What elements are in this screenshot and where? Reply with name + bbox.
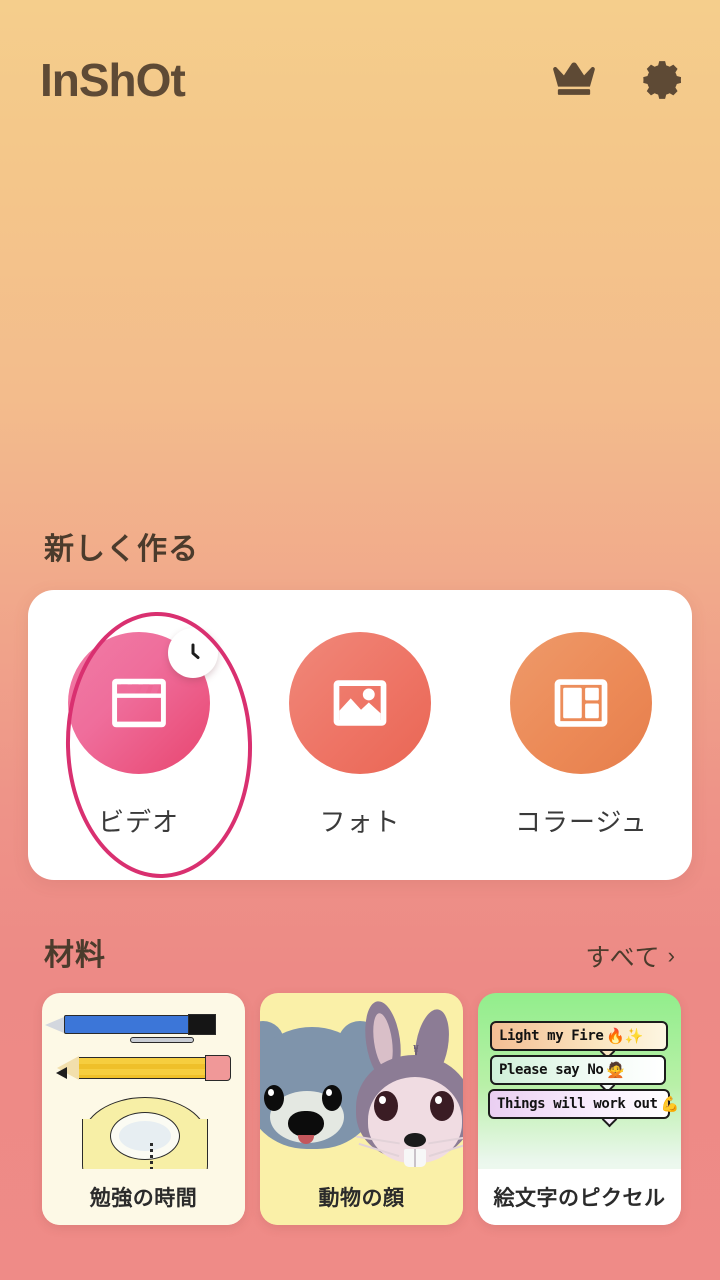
- material-card-label: 絵文字のピクセル: [478, 1169, 681, 1225]
- create-option-photo[interactable]: フォト: [249, 631, 470, 839]
- bear-nose: [288, 1111, 324, 1137]
- speech-bubble-3: Things will work out 💪: [488, 1089, 679, 1119]
- speech-bubble-1: Light my Fire 🔥✨: [490, 1021, 668, 1051]
- materials-section-header: 材料 すべて ›: [0, 930, 720, 974]
- pen-clip-illustration: [130, 1037, 194, 1043]
- speech-bubble-text: Light my Fire: [499, 1028, 604, 1044]
- bear-eye-right: [322, 1085, 342, 1111]
- emoji-pixel-artwork: Light my Fire 🔥✨ Please say No 🙅 Things …: [478, 993, 681, 1169]
- clapperboard-icon: [111, 678, 166, 727]
- see-all-label: すべて: [585, 944, 661, 972]
- rabbit-eye-left: [374, 1091, 398, 1121]
- top-bar-actions: [552, 58, 686, 102]
- materials-row: 勉強の時間 動物の顔 Light my Fire 🔥✨ Please say N…: [0, 993, 720, 1225]
- create-section-title: 新しく作る: [44, 533, 199, 566]
- tape-seam-illustration: [150, 1143, 153, 1169]
- pencil-illustration: [57, 1056, 206, 1081]
- material-card-animal-faces[interactable]: 動物の顔: [260, 993, 463, 1225]
- material-card-label: 動物の顔: [260, 1169, 463, 1225]
- collage-grid-icon: [554, 678, 608, 727]
- clock-badge-icon: [167, 627, 218, 678]
- flexed-bicep-emoji: 💪: [660, 1095, 680, 1113]
- fire-sparkles-emoji: 🔥✨: [606, 1027, 643, 1045]
- video-circle[interactable]: [67, 627, 218, 774]
- photo-circle[interactable]: [288, 631, 431, 774]
- top-bar: InShOt: [0, 0, 720, 160]
- material-card-emoji-pixel[interactable]: Light my Fire 🔥✨ Please say No 🙅 Things …: [478, 993, 681, 1225]
- create-option-collage[interactable]: コラージュ: [471, 631, 692, 839]
- create-section-header: 新しく作る: [0, 524, 720, 568]
- no-gesture-emoji: 🙅: [606, 1061, 625, 1079]
- collage-label: コラージュ: [514, 806, 648, 837]
- create-option-video[interactable]: ビデオ: [28, 627, 249, 839]
- create-card: ビデオ フォト コラージュ: [28, 590, 692, 880]
- study-time-artwork: [42, 993, 245, 1169]
- collage-circle[interactable]: [510, 631, 653, 774]
- rabbit-nose: [404, 1133, 426, 1147]
- rabbit-eye-right: [430, 1091, 454, 1121]
- pencil-tip-illustration: [56, 1067, 67, 1079]
- animal-faces-artwork: [260, 993, 463, 1169]
- material-card-study-time[interactable]: 勉強の時間: [42, 993, 245, 1225]
- chevron-right-icon: ›: [667, 943, 676, 968]
- app-logo: InShOt: [40, 54, 186, 106]
- speech-bubble-2: Please say No 🙅: [490, 1055, 666, 1085]
- tape-hole-illustration: [110, 1112, 180, 1160]
- video-label: ビデオ: [98, 806, 180, 837]
- image-icon: [333, 679, 387, 726]
- pen-illustration: [45, 1014, 216, 1035]
- speech-bubble-text: Please say No: [499, 1062, 604, 1078]
- photo-label: フォト: [319, 806, 401, 837]
- gear-icon[interactable]: [642, 58, 686, 102]
- bear-eye-left: [264, 1085, 284, 1111]
- materials-section-title: 材料: [44, 939, 106, 972]
- see-all-button[interactable]: すべて ›: [585, 938, 676, 974]
- material-card-label: 勉強の時間: [42, 1169, 245, 1225]
- speech-bubble-text: Things will work out: [497, 1096, 658, 1112]
- crown-icon[interactable]: [552, 58, 596, 102]
- eraser-illustration: [205, 1055, 231, 1081]
- rabbit-teeth: [404, 1149, 426, 1167]
